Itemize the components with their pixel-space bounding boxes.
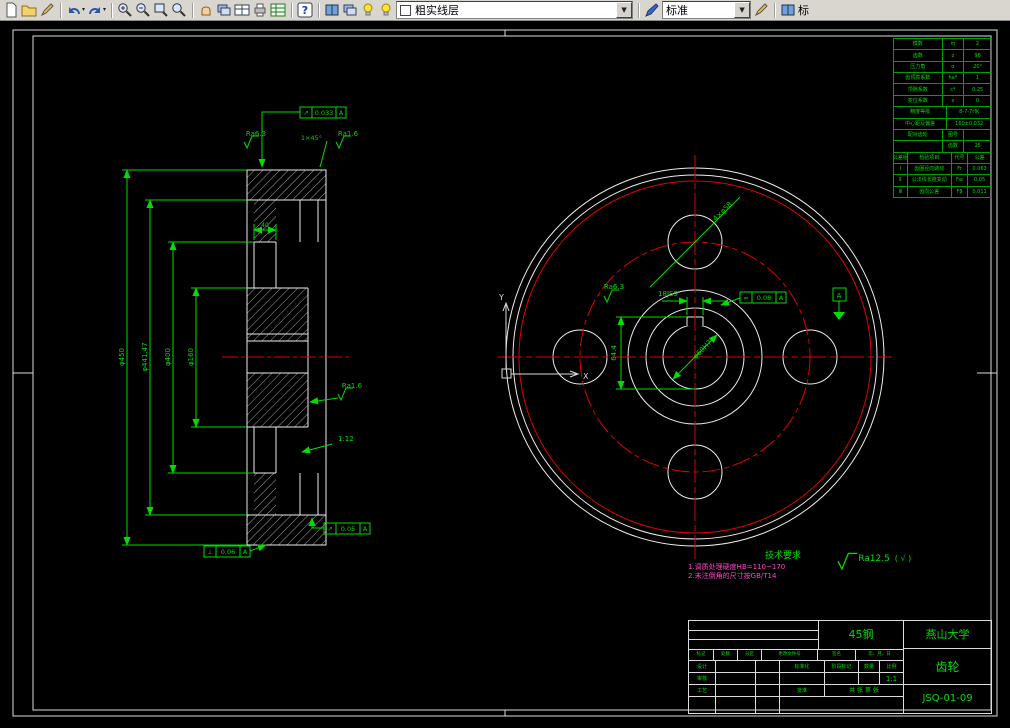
axis-y-label: Y bbox=[498, 293, 504, 302]
svg-text:A: A bbox=[243, 548, 248, 556]
layer-selector-arrow-icon[interactable]: ▼ bbox=[616, 2, 633, 18]
new-icon[interactable] bbox=[3, 2, 19, 18]
svg-text:A: A bbox=[779, 294, 784, 302]
layer-color-icon[interactable] bbox=[378, 2, 394, 18]
zoom-all-icon[interactable] bbox=[171, 2, 187, 18]
origin-axes-marker: Y X bbox=[498, 293, 589, 381]
spreadsheet-icon[interactable] bbox=[270, 2, 286, 18]
open-icon[interactable] bbox=[21, 2, 37, 18]
svg-text:⊥: ⊥ bbox=[207, 548, 213, 556]
main-toolbar: ▾ ▾ 粗实线层 ▼ 标准 ▼ 标 bbox=[0, 0, 1010, 21]
clipped-toolbar-label: 标 bbox=[798, 4, 810, 17]
zoom-in-icon[interactable] bbox=[117, 2, 133, 18]
dim-40: 40 bbox=[261, 222, 269, 229]
svg-text:A: A bbox=[363, 525, 368, 533]
keyway-depth: 64.4 bbox=[610, 345, 618, 361]
toolbar-separator bbox=[774, 2, 776, 18]
svg-text:↗: ↗ bbox=[303, 109, 308, 117]
right-view-dimensions bbox=[616, 196, 847, 390]
redo-dropdown-arrow[interactable]: ▾ bbox=[103, 2, 106, 18]
revision-grid bbox=[689, 621, 819, 649]
style-selector[interactable]: 标准 ▼ bbox=[662, 1, 752, 19]
keyway-roughness: Ra6.3 bbox=[603, 283, 624, 303]
toolbar-separator bbox=[192, 2, 194, 18]
left-view-dim-labels: φ450 φ441.47 φ400 φ160 40 bbox=[118, 222, 269, 372]
style-selector-value: 标准 bbox=[666, 4, 689, 17]
clipped-icon[interactable] bbox=[780, 2, 796, 18]
sheet-settings-icon[interactable] bbox=[324, 2, 340, 18]
redo-icon[interactable] bbox=[87, 2, 103, 18]
svg-text:0.08: 0.08 bbox=[757, 294, 771, 302]
svg-text:↗: ↗ bbox=[327, 525, 332, 533]
title-block: 45钢 标记 处数 分区 更改文件号 签名 年、月、日 设计 标准化 阶段标记 … bbox=[688, 620, 992, 714]
dim-od: φ450 bbox=[118, 348, 126, 366]
datum-a: A bbox=[837, 292, 842, 300]
tech-req-line: 2.未注倒角的尺寸按GB/T14 bbox=[688, 572, 777, 580]
drawing-canvas[interactable]: φ450 φ441.47 φ400 φ160 40 ↗ 0.033 A ↗ 0.… bbox=[0, 0, 1010, 728]
right-view-dim-labels: 4×φ58 18JS9 64.4 φ60H7 = 0.08 A A bbox=[610, 200, 842, 360]
toolbar-separator bbox=[318, 2, 320, 18]
axis-x-label: X bbox=[583, 372, 589, 381]
chamfer-note: 1×45° bbox=[301, 134, 322, 142]
sheet-frame bbox=[12, 29, 998, 717]
svg-text:0.06: 0.06 bbox=[221, 548, 235, 556]
ra-top-left: Ra6.3 bbox=[246, 130, 266, 138]
holes-label: 4×φ58 bbox=[711, 200, 734, 223]
toolbar-separator bbox=[291, 2, 293, 18]
undo-dropdown-arrow[interactable]: ▾ bbox=[82, 2, 85, 18]
layer-on-icon[interactable] bbox=[360, 2, 376, 18]
style-edit-icon[interactable] bbox=[753, 2, 769, 18]
keyway-width: 18JS9 bbox=[658, 290, 678, 298]
tech-req-title: 技术要求 bbox=[764, 551, 801, 561]
ra-top-right: Ra1.6 bbox=[338, 130, 359, 138]
part-name: 齿轮 bbox=[904, 649, 991, 685]
school-name: 燕山大学 bbox=[904, 621, 991, 649]
toolbar-separator bbox=[111, 2, 113, 18]
scale-value: 1:1 bbox=[879, 673, 903, 684]
svg-text:=: = bbox=[743, 294, 748, 302]
undo-icon[interactable] bbox=[66, 2, 82, 18]
help-icon[interactable] bbox=[297, 2, 313, 18]
style-selector-arrow-icon[interactable]: ▼ bbox=[734, 2, 751, 18]
left-view-section bbox=[222, 169, 350, 546]
technical-requirements: 技术要求 1.调质处理硬度HB=110~170 2.未注倒角的尺寸按GB/T14 bbox=[688, 548, 878, 581]
layer-swatch-icon bbox=[400, 4, 412, 16]
dim-hub: φ160 bbox=[187, 348, 195, 366]
toolbar-separator bbox=[60, 2, 61, 18]
svg-text:Ra6.3: Ra6.3 bbox=[604, 283, 624, 291]
edit-icon[interactable] bbox=[39, 2, 55, 18]
zoom-window-icon[interactable] bbox=[153, 2, 169, 18]
svg-text:0.05: 0.05 bbox=[341, 525, 355, 533]
drawing-number: JSQ-01-09 bbox=[922, 693, 973, 704]
ra-mid: Ra1.6 bbox=[342, 382, 363, 390]
svg-text:A: A bbox=[339, 109, 344, 117]
sheets-cell: 共 张 第 张 bbox=[824, 685, 903, 696]
layer-manager-icon[interactable] bbox=[216, 2, 232, 18]
ra-general-suffix: ( √ ) bbox=[895, 554, 911, 563]
tech-req-line: 1.调质处理硬度HB=110~170 bbox=[688, 563, 786, 571]
parts-list-icon[interactable] bbox=[234, 2, 250, 18]
svg-text:0.033: 0.033 bbox=[315, 109, 334, 117]
taper-note: 1:12 bbox=[338, 435, 354, 443]
zoom-out-icon[interactable] bbox=[135, 2, 151, 18]
view-manager-icon[interactable] bbox=[342, 2, 358, 18]
pan-icon[interactable] bbox=[198, 2, 214, 18]
layer-selector-value: 粗实线层 bbox=[415, 4, 460, 17]
plot-icon[interactable] bbox=[252, 2, 268, 18]
material-cell: 45钢 bbox=[848, 628, 874, 641]
text-style-icon[interactable] bbox=[644, 2, 660, 18]
dim-pitch: φ441.47 bbox=[141, 342, 149, 371]
toolbar-separator bbox=[638, 2, 640, 18]
gear-parameter-table: 模数 m 2 齿数 z 98 压力角 α 20° 齿顶高系数 ha* 1 顶隙系数 c* 0.25 … bbox=[893, 38, 992, 198]
layer-selector[interactable]: 粗实线层 ▼ bbox=[396, 1, 634, 19]
dim-web: φ400 bbox=[164, 348, 172, 366]
